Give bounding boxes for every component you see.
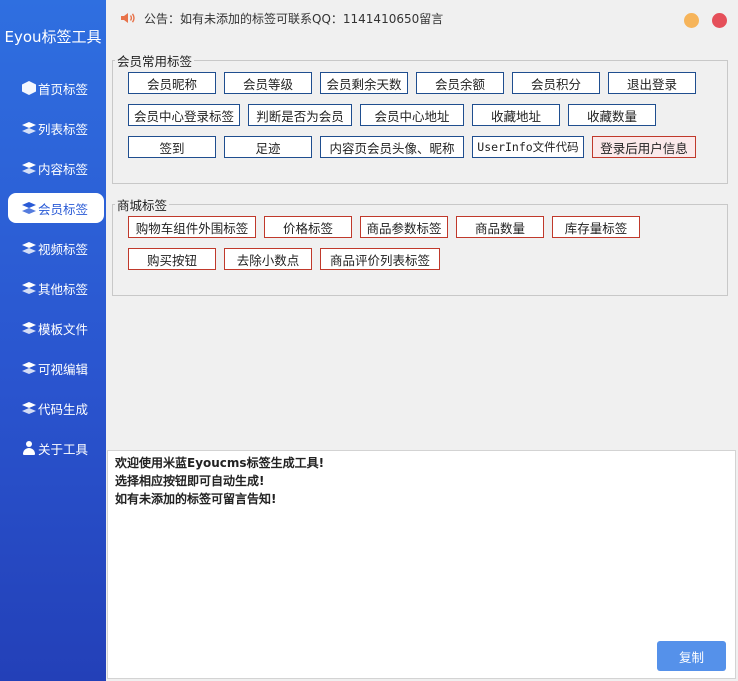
sidebar-item-content[interactable]: 内容标签	[0, 148, 106, 188]
code-output-area[interactable]: 欢迎使用米蓝Eyoucms标签生成工具! 选择相应按钮即可自动生成! 如有未添加…	[107, 450, 736, 679]
userinfo-code-button[interactable]: UserInfo文件代码	[472, 136, 584, 158]
sidebar-item-video[interactable]: 视频标签	[0, 228, 106, 268]
user-icon	[22, 441, 36, 455]
group-title: 会员常用标签	[117, 54, 193, 69]
sidebar: Eyou标签工具 首页标签 列表标签 内容标签 会员标签 视频标签 其他标签 模…	[0, 0, 106, 681]
sidebar-item-label: 视频标签	[38, 241, 89, 257]
member-balance-button[interactable]: 会员余额	[416, 72, 504, 94]
member-center-url-button[interactable]: 会员中心地址	[360, 104, 464, 126]
sidebar-item-label: 模板文件	[38, 321, 89, 337]
sidebar-item-home[interactable]: 首页标签	[0, 68, 106, 108]
copy-button[interactable]: 复制	[657, 641, 726, 671]
sidebar-item-label: 可视编辑	[38, 361, 89, 377]
app-title: Eyou标签工具	[4, 28, 102, 46]
minimize-button[interactable]	[684, 13, 699, 28]
product-quantity-button[interactable]: 商品数量	[456, 216, 544, 238]
layers-icon	[22, 241, 36, 255]
notice-text: 公告：如有未添加的标签可联系QQ：1141410650留言	[144, 12, 444, 26]
checkin-button[interactable]: 签到	[128, 136, 216, 158]
layers-icon	[22, 321, 36, 335]
top-bar: 公告：如有未添加的标签可联系QQ：1141410650留言	[106, 0, 738, 40]
layers-icon	[22, 201, 36, 215]
cart-wrapper-button[interactable]: 购物车组件外围标签	[128, 216, 256, 238]
review-list-button[interactable]: 商品评价列表标签	[320, 248, 440, 270]
sidebar-item-member[interactable]: 会员标签	[8, 193, 104, 223]
member-days-left-button[interactable]: 会员剩余天数	[320, 72, 408, 94]
sidebar-item-list[interactable]: 列表标签	[0, 108, 106, 148]
layers-icon	[22, 161, 36, 175]
sidebar-item-label: 会员标签	[38, 201, 89, 217]
member-nickname-button[interactable]: 会员昵称	[128, 72, 216, 94]
product-params-button[interactable]: 商品参数标签	[360, 216, 448, 238]
sidebar-nav: 首页标签 列表标签 内容标签 会员标签 视频标签 其他标签 模板文件 可视编辑 …	[0, 68, 106, 468]
price-tag-button[interactable]: 价格标签	[264, 216, 352, 238]
sidebar-item-label: 内容标签	[38, 161, 89, 177]
member-points-button[interactable]: 会员积分	[512, 72, 600, 94]
close-button[interactable]	[712, 13, 727, 28]
sidebar-item-other[interactable]: 其他标签	[0, 268, 106, 308]
sidebar-item-label: 关于工具	[38, 441, 89, 457]
sidebar-item-label: 其他标签	[38, 281, 89, 297]
sidebar-item-codegen[interactable]: 代码生成	[0, 388, 106, 428]
layers-icon	[22, 361, 36, 375]
stock-tag-button[interactable]: 库存量标签	[552, 216, 640, 238]
logged-in-user-info-button[interactable]: 登录后用户信息	[592, 136, 696, 158]
remove-decimals-button[interactable]: 去除小数点	[224, 248, 312, 270]
sidebar-item-label: 代码生成	[38, 401, 89, 417]
output-line: 欢迎使用米蓝Eyoucms标签生成工具!	[115, 456, 325, 470]
cube-icon	[22, 81, 36, 95]
member-level-button[interactable]: 会员等级	[224, 72, 312, 94]
buy-button-tag[interactable]: 购买按钮	[128, 248, 216, 270]
footprint-button[interactable]: 足迹	[224, 136, 312, 158]
layers-icon	[22, 401, 36, 415]
speaker-icon	[121, 13, 135, 23]
group-title: 商城标签	[117, 198, 168, 213]
logout-button[interactable]: 退出登录	[608, 72, 696, 94]
sidebar-item-visual-edit[interactable]: 可视编辑	[0, 348, 106, 388]
sidebar-item-label: 列表标签	[38, 121, 89, 137]
sidebar-item-template[interactable]: 模板文件	[0, 308, 106, 348]
content-member-avatar-button[interactable]: 内容页会员头像、昵称	[320, 136, 464, 158]
is-member-button[interactable]: 判断是否为会员	[248, 104, 352, 126]
layers-icon	[22, 281, 36, 295]
shop-tags-group: 商城标签	[112, 195, 728, 296]
sidebar-item-about[interactable]: 关于工具	[0, 428, 106, 468]
member-center-login-button[interactable]: 会员中心登录标签	[128, 104, 240, 126]
favorites-count-button[interactable]: 收藏数量	[568, 104, 656, 126]
favorites-url-button[interactable]: 收藏地址	[472, 104, 560, 126]
sidebar-item-label: 首页标签	[38, 81, 89, 97]
output-line: 选择相应按钮即可自动生成!	[115, 474, 265, 488]
layers-icon	[22, 121, 36, 135]
output-line: 如有未添加的标签可留言告知!	[115, 492, 277, 506]
